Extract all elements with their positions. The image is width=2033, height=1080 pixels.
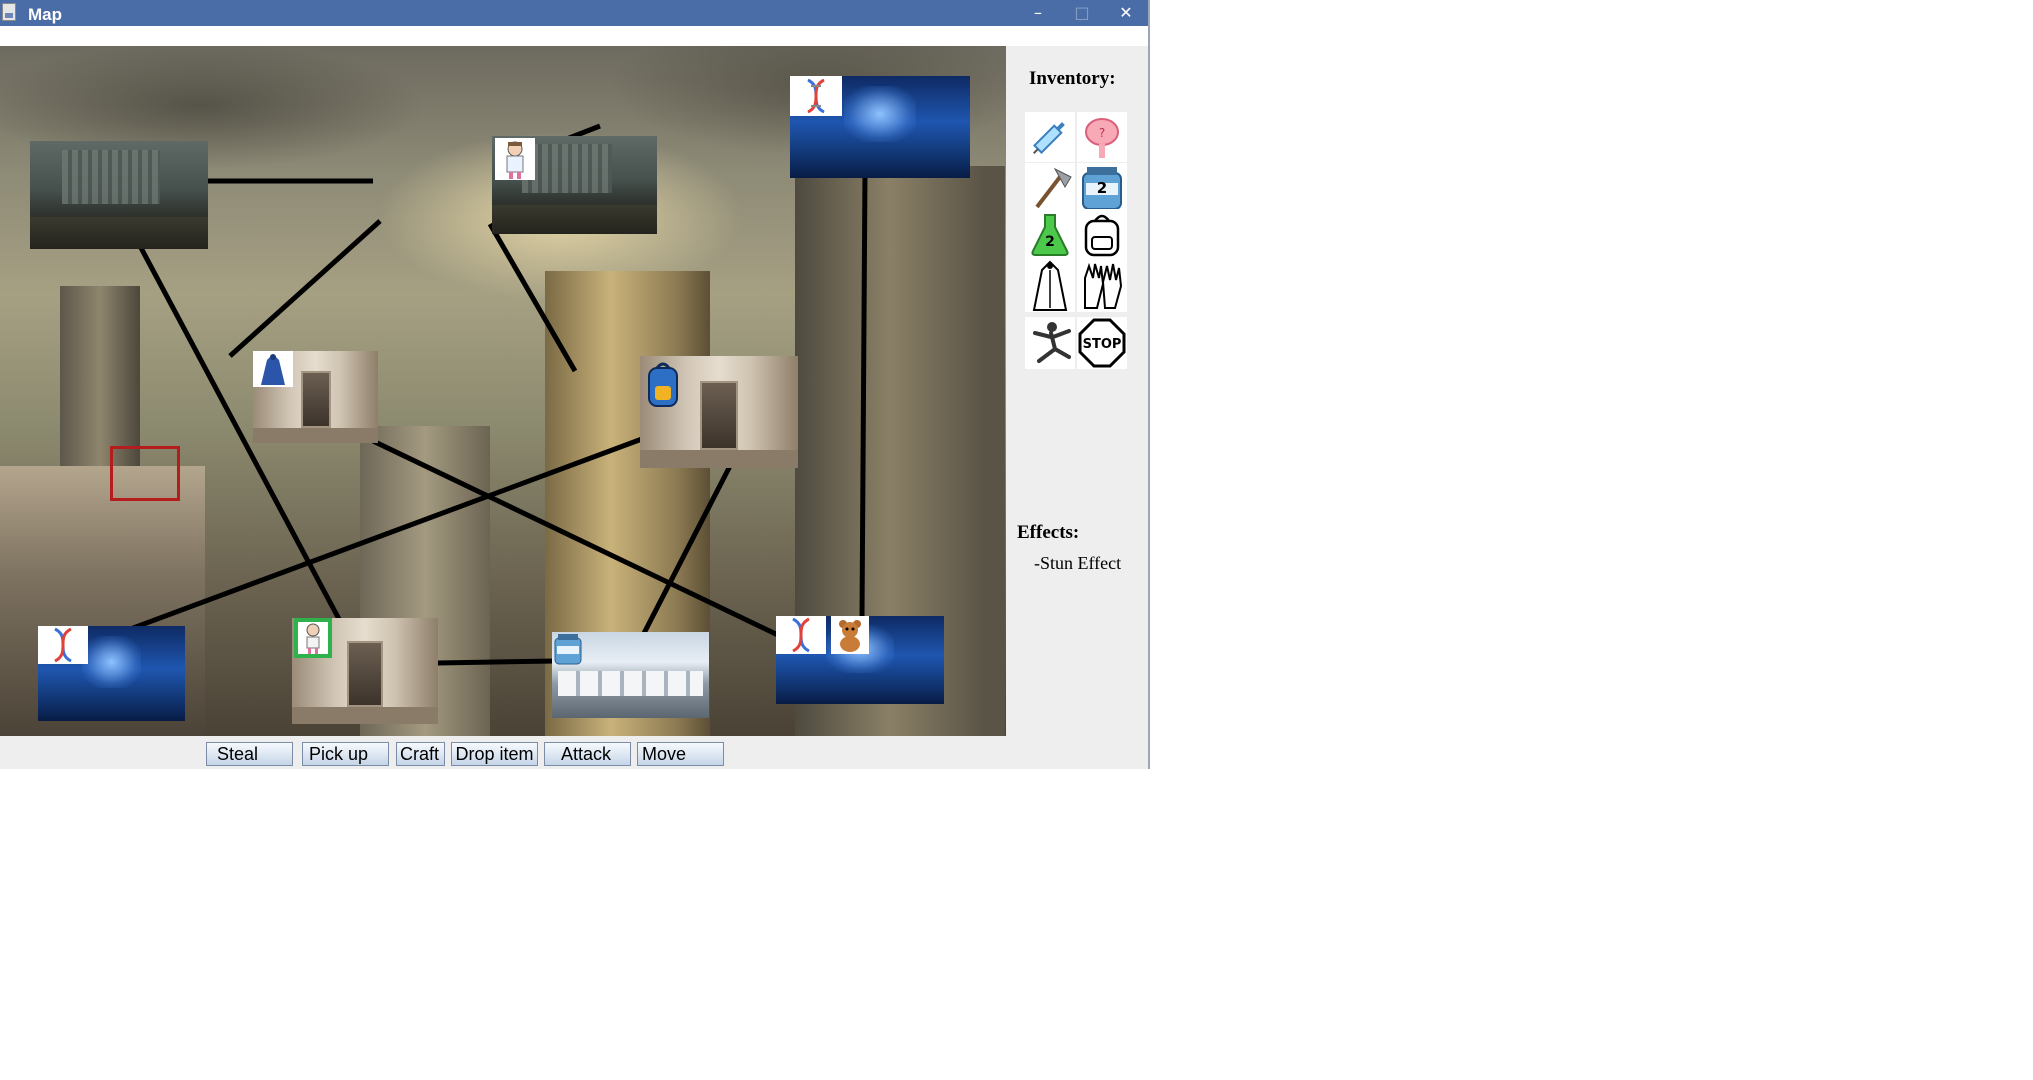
dna-icon <box>807 78 825 114</box>
title-bar: Map – □ ✕ <box>0 0 1148 26</box>
map-view <box>0 46 1006 736</box>
room-ruins[interactable] <box>492 136 657 234</box>
room-laboratory[interactable] <box>790 76 970 178</box>
virologist-icon <box>506 141 524 179</box>
virologist-icon <box>306 623 320 654</box>
dna-icon <box>54 627 72 663</box>
inventory-slot-dancer[interactable] <box>1025 317 1075 369</box>
room-ruins[interactable] <box>30 141 208 249</box>
svg-text:?: ? <box>1099 126 1105 140</box>
inventory-title: Inventory: <box>1029 68 1116 89</box>
room-corridor[interactable] <box>640 356 798 468</box>
dna-token <box>790 76 842 116</box>
syringe-icon <box>1033 122 1065 154</box>
maximize-button[interactable]: □ <box>1060 0 1104 26</box>
window-title: Map <box>28 5 62 24</box>
room-laboratory[interactable] <box>776 616 944 704</box>
cloak-token <box>253 351 293 387</box>
backpack-token <box>645 358 681 410</box>
effect-item: -Stun Effect <box>1034 553 1122 573</box>
java-app-icon <box>2 3 16 21</box>
attack-button[interactable]: Attack <box>544 742 631 766</box>
inventory-slot-stop[interactable]: STOP <box>1077 317 1127 369</box>
ammo-token <box>552 632 584 666</box>
teddy-bear-icon <box>839 620 861 652</box>
selected-player-token[interactable] <box>294 618 332 658</box>
teddy-bear-token <box>831 616 869 654</box>
cloak-icon <box>1032 260 1068 311</box>
connection-line <box>859 170 868 617</box>
dancer-icon <box>1033 322 1071 363</box>
connection-line <box>436 658 556 666</box>
room-laboratory[interactable] <box>38 626 185 721</box>
ammo-count: 2 <box>1096 179 1108 197</box>
dna-token <box>38 626 88 664</box>
inventory-slot-backpack[interactable] <box>1077 209 1127 259</box>
dna-icon <box>792 617 810 653</box>
cloak-icon <box>261 354 285 385</box>
room-corridor[interactable] <box>253 351 378 443</box>
dna-token <box>776 616 826 654</box>
backpack-icon <box>648 362 678 407</box>
menu-bar <box>0 26 1148 46</box>
inventory-slot-brain[interactable]: ? <box>1077 112 1127 162</box>
connection-line <box>487 222 578 373</box>
virologist-token <box>495 138 535 180</box>
backpack-icon <box>1084 214 1120 257</box>
connection-line <box>371 438 782 639</box>
inventory-slot-cloak[interactable] <box>1025 258 1075 312</box>
connection-line <box>637 464 733 643</box>
inventory-slot-ammo[interactable]: 2 <box>1077 163 1127 213</box>
craft-button[interactable]: Craft <box>396 742 445 766</box>
inventory-slot-gloves[interactable] <box>1077 258 1127 312</box>
stop-sign-icon: STOP <box>1078 318 1126 368</box>
pick-up-button[interactable]: Pick up <box>302 742 389 766</box>
stop-sign-label: STOP <box>1083 337 1122 352</box>
game-window: Map – □ ✕ Inventory: ? 2 2 STOP Effects:… <box>0 0 1150 769</box>
inventory-slot-flask[interactable]: 2 <box>1025 209 1075 259</box>
ammo-jar-icon <box>554 634 582 665</box>
brain-icon: ? <box>1085 118 1119 158</box>
inventory-slot-axe[interactable] <box>1025 163 1075 213</box>
room-corridor-current[interactable] <box>292 618 438 724</box>
drop-item-button[interactable]: Drop item <box>451 742 538 766</box>
connection-line <box>228 219 382 358</box>
minimize-button[interactable]: – <box>1016 0 1060 26</box>
room-warehouse[interactable] <box>552 632 709 718</box>
axe-icon <box>1035 167 1072 209</box>
gloves-icon <box>1084 262 1123 309</box>
steal-button[interactable]: Steal <box>206 742 293 766</box>
move-button[interactable]: Move <box>637 742 724 766</box>
close-button[interactable]: ✕ <box>1104 0 1148 26</box>
inventory-slot-syringe[interactable] <box>1025 112 1075 162</box>
effects-title: Effects: <box>1017 522 1080 543</box>
